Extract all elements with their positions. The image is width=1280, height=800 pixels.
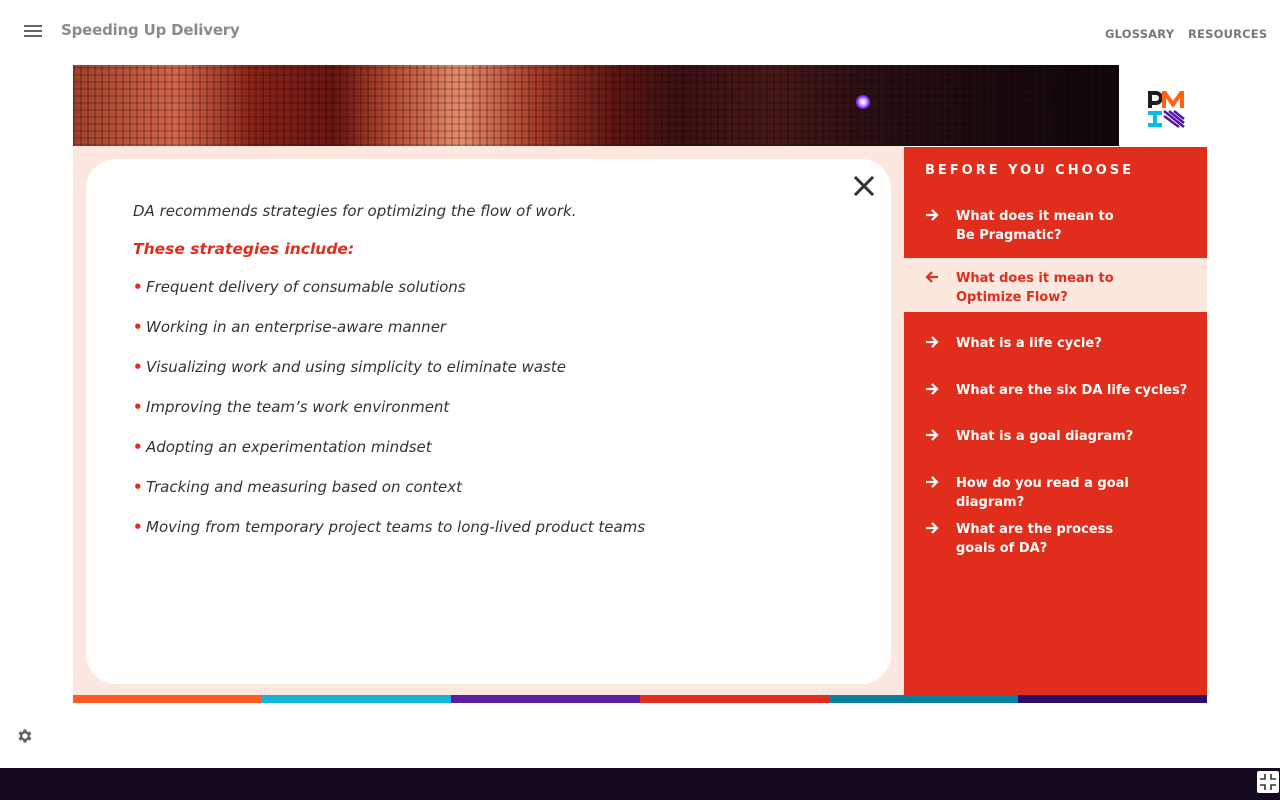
hero-image xyxy=(73,65,1119,146)
label-line: What does it mean to xyxy=(956,271,1114,286)
sidebar-item-be-pragmatic[interactable]: What does it mean to Be Pragmatic? xyxy=(904,207,1207,247)
resources-link[interactable]: RESOURCES xyxy=(1188,27,1267,41)
label-line: Be Pragmatic? xyxy=(956,228,1062,243)
pmi-logo xyxy=(1148,91,1185,129)
list-item: • Moving from temporary project teams to … xyxy=(133,518,645,558)
arrow-right-icon xyxy=(926,209,939,221)
list-item: • Improving the team’s work environment xyxy=(133,398,645,438)
strategy-list: • Frequent delivery of consumable solutio… xyxy=(133,278,645,558)
label-line: Optimize Flow? xyxy=(956,290,1068,305)
strategy-text: Moving from temporary project teams to l… xyxy=(146,518,646,536)
sidebar-item-label: What does it mean to Be Pragmatic? xyxy=(956,207,1196,245)
content-area: DA recommends strategies for optimizing … xyxy=(73,146,904,695)
strategies-heading: These strategies include: xyxy=(133,240,355,258)
arrow-right-icon xyxy=(926,476,939,488)
list-item: • Working in an enterprise-aware manner xyxy=(133,318,645,358)
strategy-text: Improving the team’s work environment xyxy=(146,398,450,416)
close-icon[interactable] xyxy=(853,175,875,197)
list-item: • Visualizing work and using simplicity t… xyxy=(133,358,645,398)
color-segment xyxy=(451,695,640,703)
strategy-text: Tracking and measuring based on context xyxy=(146,478,463,496)
bullet: • xyxy=(133,318,143,336)
arrow-right-icon xyxy=(926,336,939,348)
arrow-right-icon xyxy=(926,522,939,534)
color-segment xyxy=(262,695,451,703)
hero-light-glow xyxy=(856,95,870,109)
sidebar-item-six-life-cycles[interactable]: What are the six DA life cycles? xyxy=(904,381,1207,403)
arrow-right-icon xyxy=(926,429,939,441)
color-segment xyxy=(829,695,1018,703)
bullet: • xyxy=(133,358,143,376)
gear-icon[interactable] xyxy=(16,727,34,745)
sidebar-item-label: What are the six DA life cycles? xyxy=(956,383,1188,398)
color-segment xyxy=(1018,695,1207,703)
sidebar-item-label: What does it mean to Optimize Flow? xyxy=(956,269,1196,307)
list-item: • Frequent delivery of consumable solutio… xyxy=(133,278,645,318)
sidebar-item-read-goal-diagram[interactable]: How do you read a goal diagram? xyxy=(904,474,1207,510)
app-title: Speeding Up Delivery xyxy=(61,21,240,39)
sidebar-item-label: How do you read a goal diagram? xyxy=(956,476,1129,510)
bullet: • xyxy=(133,518,143,536)
sidebar-item-label: What is a life cycle? xyxy=(956,336,1102,351)
exit-fullscreen-icon[interactable] xyxy=(1257,771,1279,793)
label-line: What are the process xyxy=(956,522,1114,537)
color-strip xyxy=(73,695,1207,703)
bottom-bar xyxy=(0,768,1280,800)
color-segment xyxy=(640,695,829,703)
bullet: • xyxy=(133,478,143,496)
hero-shadow xyxy=(643,65,1119,146)
label-line: goals of DA? xyxy=(956,541,1048,556)
glossary-link[interactable]: GLOSSARY xyxy=(1105,27,1174,41)
arrow-right-icon xyxy=(926,383,939,395)
intro-text: DA recommends strategies for optimizing … xyxy=(133,202,577,220)
sidebar-before-you-choose: BEFORE YOU CHOOSE What does it mean to Be… xyxy=(904,147,1207,695)
label-line: What does it mean to xyxy=(956,209,1114,224)
list-item: • Adopting an experimentation mindset xyxy=(133,438,645,478)
bullet: • xyxy=(133,278,143,296)
sidebar-item-optimize-flow[interactable]: What does it mean to Optimize Flow? xyxy=(904,258,1207,312)
bullet: • xyxy=(133,438,143,456)
top-bar: Speeding Up Delivery GLOSSARY RESOURCES xyxy=(0,0,1280,64)
strategy-text: Adopting an experimentation mindset xyxy=(146,438,432,456)
hamburger-menu-icon[interactable] xyxy=(24,25,42,39)
list-item: • Tracking and measuring based on context xyxy=(133,478,645,518)
sidebar-item-life-cycle[interactable]: What is a life cycle? xyxy=(904,334,1207,356)
bullet: • xyxy=(133,398,143,416)
sidebar-item-label: What is a goal diagram? xyxy=(956,429,1134,444)
strategy-text: Visualizing work and using simplicity to… xyxy=(146,358,566,376)
content-card: DA recommends strategies for optimizing … xyxy=(86,159,891,684)
sidebar-heading: BEFORE YOU CHOOSE xyxy=(925,163,1134,178)
strategy-text: Frequent delivery of consumable solution… xyxy=(146,278,466,296)
sidebar-item-process-goals[interactable]: What are the process goals of DA? xyxy=(904,520,1207,560)
sidebar-item-goal-diagram[interactable]: What is a goal diagram? xyxy=(904,427,1207,449)
arrow-left-icon xyxy=(925,271,938,283)
strategy-text: Working in an enterprise-aware manner xyxy=(146,318,447,336)
color-segment xyxy=(73,695,262,703)
sidebar-item-label: What are the process goals of DA? xyxy=(956,520,1196,558)
